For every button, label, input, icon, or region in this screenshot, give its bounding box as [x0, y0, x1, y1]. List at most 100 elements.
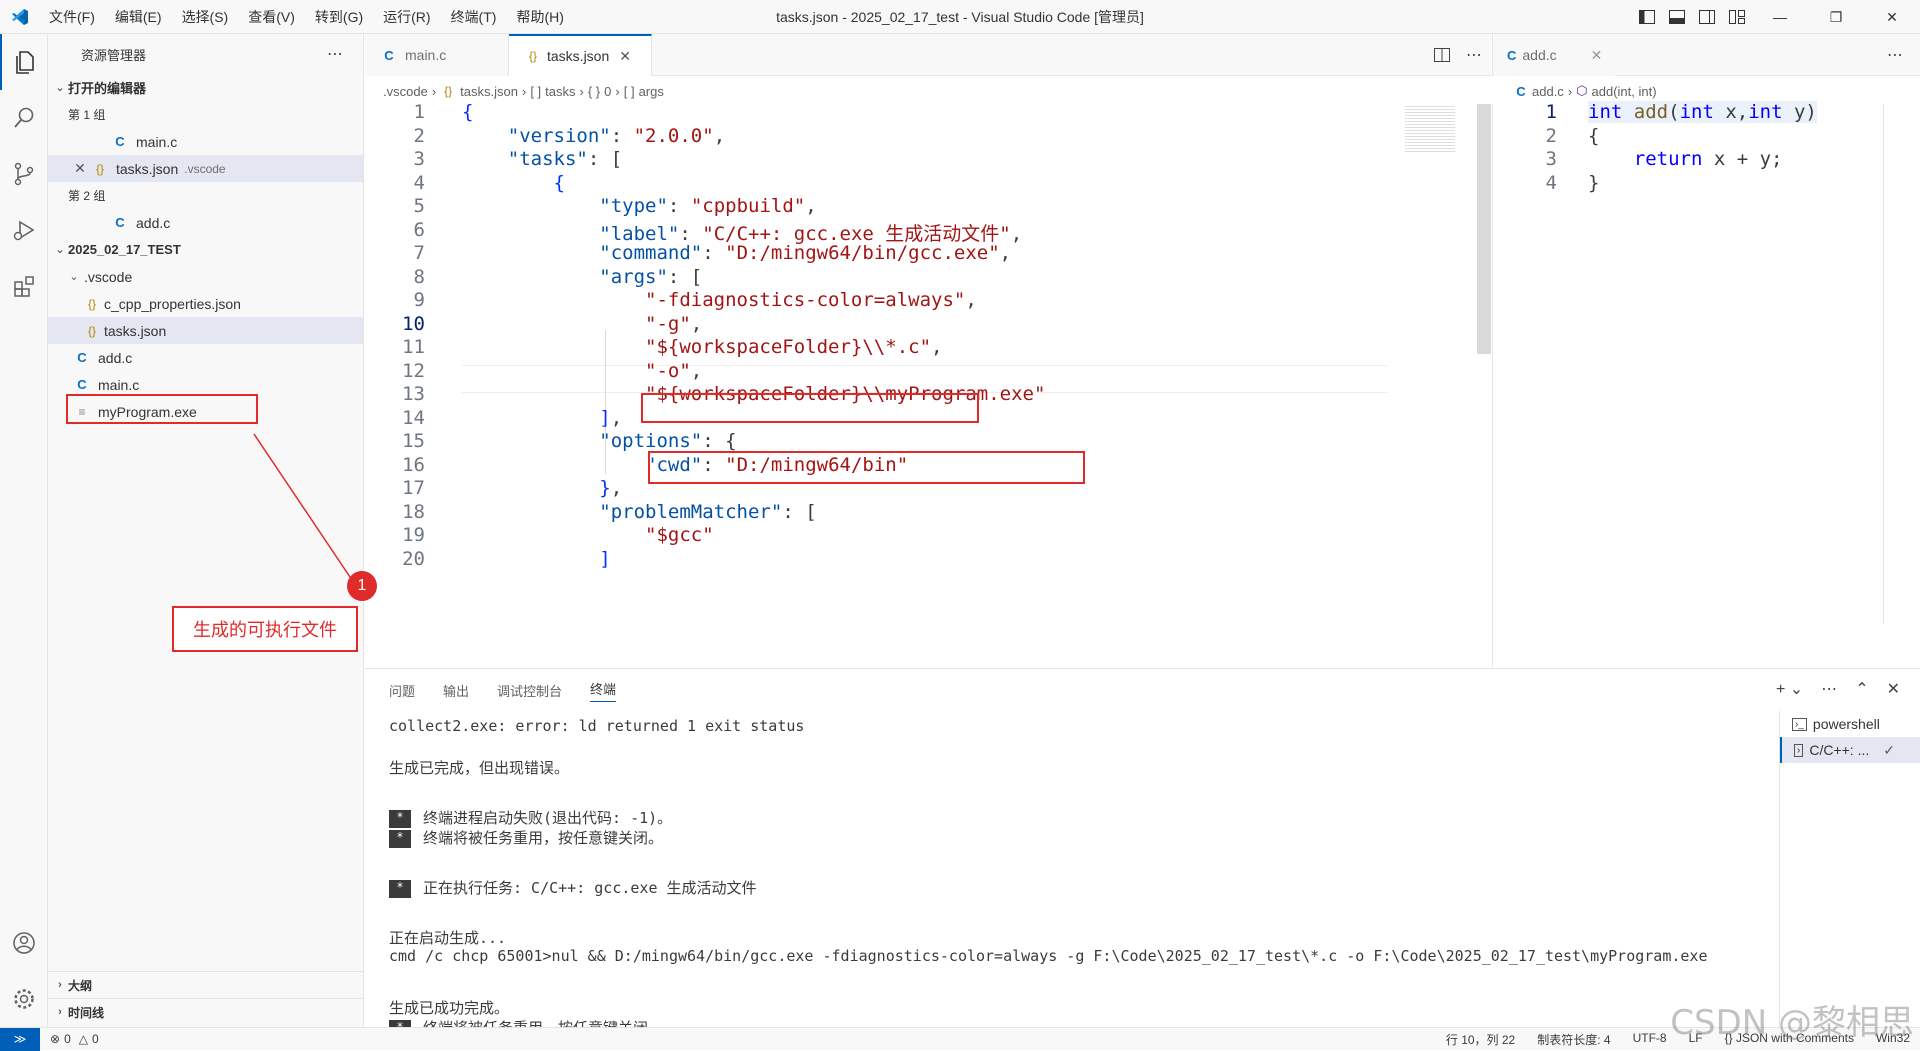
- accounts-icon[interactable]: [0, 915, 48, 971]
- task-marker-icon: *: [389, 809, 411, 828]
- terminal-item-powershell[interactable]: ›_ powershell: [1780, 711, 1920, 737]
- json-file-icon: {}: [444, 84, 453, 98]
- split-editor-icon[interactable]: [1427, 34, 1457, 75]
- indentation[interactable]: 制表符长度: 4: [1537, 1031, 1610, 1048]
- editor-group-2[interactable]: 第 2 组: [48, 182, 363, 209]
- extensions-icon[interactable]: [0, 258, 48, 314]
- code-line: "version": "2.0.0",: [507, 124, 726, 147]
- menu-go[interactable]: 转到(G): [306, 3, 372, 31]
- chevron-down-icon: ⌄: [55, 244, 65, 256]
- close-editor-icon[interactable]: ✕: [70, 160, 90, 177]
- json-file-icon: {}: [528, 49, 537, 63]
- encoding[interactable]: UTF-8: [1633, 1031, 1667, 1048]
- tab-add-c[interactable]: C add.c ✕: [1493, 34, 1615, 76]
- menu-file[interactable]: 文件(F): [40, 3, 104, 31]
- object-icon: { }: [587, 83, 601, 99]
- terminal-item-task[interactable]: › C/C++: ... ✓: [1780, 737, 1920, 763]
- search-icon[interactable]: [0, 90, 48, 146]
- line-number: 3: [1545, 148, 1557, 170]
- close-tab-icon[interactable]: ✕: [619, 48, 631, 65]
- cursor-position[interactable]: 行 10，列 22: [1446, 1031, 1515, 1048]
- code-line: ]: [599, 547, 611, 570]
- customize-layout-icon[interactable]: [1722, 0, 1752, 34]
- terminal-line: collect2.exe: error: ld returned 1 exit …: [389, 717, 805, 735]
- folder-vscode[interactable]: ⌄ .vscode: [48, 263, 363, 290]
- end-of-line[interactable]: LF: [1689, 1031, 1703, 1048]
- menu-terminal[interactable]: 终端(T): [442, 3, 506, 31]
- terminal-icon: ›_: [1792, 717, 1807, 731]
- minimize-icon[interactable]: —: [1752, 0, 1808, 34]
- title-bar: 文件(F) 编辑(E) 选择(S) 查看(V) 转到(G) 运行(R) 终端(T…: [0, 0, 1920, 34]
- file-c-cpp-properties[interactable]: {} c_cpp_properties.json: [48, 290, 363, 317]
- tab-output[interactable]: 输出: [443, 681, 469, 700]
- task-marker-icon: *: [389, 879, 411, 898]
- bottom-panel: 问题 输出 调试控制台 终端 + ⌄ ⋯ ⌃ ✕ collect2.exe: e…: [365, 668, 1920, 1038]
- maximize-panel-icon[interactable]: ⌃: [1855, 679, 1868, 699]
- timeline-section[interactable]: › 时间线: [48, 998, 363, 1025]
- new-terminal-icon[interactable]: + ⌄: [1776, 679, 1803, 699]
- explorer-title: 资源管理器: [81, 47, 147, 63]
- problems-status[interactable]: ⊗ 0 △ 0: [50, 1032, 99, 1046]
- line-number: 2: [1545, 124, 1557, 147]
- settings-gear-icon[interactable]: [0, 971, 48, 1027]
- run-debug-icon[interactable]: [0, 202, 48, 258]
- explorer-icon[interactable]: [0, 34, 48, 90]
- editor-more-actions-icon[interactable]: ⋯: [1457, 34, 1491, 75]
- code-editor-add-c[interactable]: 1 int add(int x,int y) 2 {3 return x + y; 4}: [1492, 101, 1920, 667]
- terminal-line: * 终端进程启动失败(退出代码: -1)。: [389, 807, 1708, 828]
- toggle-panel-icon[interactable]: [1662, 0, 1692, 34]
- code-editor-tasks-json[interactable]: 1{2 "version": "2.0.0", 3 "tasks": [4 {5 …: [365, 104, 1491, 667]
- open-editors-section[interactable]: ⌄ 打开的编辑器: [48, 74, 363, 101]
- menu-help[interactable]: 帮助(H): [507, 3, 572, 31]
- tab-tasks-json[interactable]: {} tasks.json ✕: [509, 34, 652, 76]
- outline-section[interactable]: › 大纲: [48, 971, 363, 998]
- minimap[interactable]: [1393, 104, 1483, 667]
- file-tasks-json[interactable]: {} tasks.json: [48, 317, 363, 344]
- open-editor-add-c[interactable]: C add.c: [48, 209, 363, 236]
- code-line: "-o",: [645, 359, 703, 382]
- tab-debug-console[interactable]: 调试控制台: [497, 681, 562, 700]
- remote-icon[interactable]: ≫: [0, 1027, 40, 1051]
- workspace-folder[interactable]: ⌄ 2025_02_17_TEST: [48, 236, 363, 263]
- chevron-right-icon: ›: [58, 1006, 62, 1018]
- panel-more-icon[interactable]: ⋯: [1821, 679, 1837, 699]
- toggle-primary-sidebar-icon[interactable]: [1632, 0, 1662, 34]
- check-icon: ✓: [1883, 741, 1895, 758]
- tab-terminal[interactable]: 终端: [590, 679, 617, 702]
- close-panel-icon[interactable]: ✕: [1887, 679, 1900, 699]
- line-number: 12: [402, 359, 425, 382]
- status-bar: ≫ ⊗ 0 △ 0 行 10，列 22 制表符长度: 4 UTF-8 LF {}…: [0, 1027, 1920, 1051]
- line-number: 10: [402, 312, 425, 335]
- annotation-box-exe: [66, 394, 258, 424]
- restore-icon[interactable]: ❐: [1808, 0, 1864, 34]
- code-line: },: [599, 477, 623, 499]
- json-file-icon: {}: [95, 161, 104, 176]
- menu-run[interactable]: 运行(R): [374, 3, 439, 31]
- more-actions-icon[interactable]: ⋯: [327, 44, 343, 64]
- line-number: 3: [413, 148, 425, 170]
- file-add-c[interactable]: C add.c: [48, 344, 363, 371]
- language-mode[interactable]: {} JSON with Comments: [1725, 1031, 1854, 1048]
- tab-problems[interactable]: 问题: [389, 681, 415, 700]
- close-icon[interactable]: ✕: [1864, 0, 1920, 34]
- line-number: 1: [1545, 101, 1557, 123]
- menu-view[interactable]: 查看(V): [239, 3, 304, 31]
- open-editor-tasks-json[interactable]: ✕ {} tasks.json .vscode: [48, 155, 363, 182]
- line-number: 4: [1545, 171, 1557, 194]
- terminal-output[interactable]: collect2.exe: error: ld returned 1 exit …: [389, 717, 1708, 1038]
- source-control-icon[interactable]: [0, 146, 48, 202]
- vertical-scrollbar[interactable]: [1477, 104, 1491, 354]
- platform[interactable]: Win32: [1876, 1031, 1910, 1048]
- annotation-label: 生成的可执行文件: [172, 606, 358, 652]
- open-editor-main-c[interactable]: C main.c: [48, 128, 363, 155]
- editor-group-1[interactable]: 第 1 组: [48, 101, 363, 128]
- line-number: 1: [413, 104, 425, 123]
- editor2-more-actions-icon[interactable]: ⋯: [1870, 34, 1920, 75]
- tab-main-c[interactable]: C main.c: [365, 34, 509, 76]
- close-tab-icon[interactable]: ✕: [1591, 47, 1603, 64]
- menu-selection[interactable]: 选择(S): [173, 3, 238, 31]
- menu-edit[interactable]: 编辑(E): [106, 3, 171, 31]
- code-line: "args": [: [599, 265, 703, 288]
- toggle-secondary-sidebar-icon[interactable]: [1692, 0, 1722, 34]
